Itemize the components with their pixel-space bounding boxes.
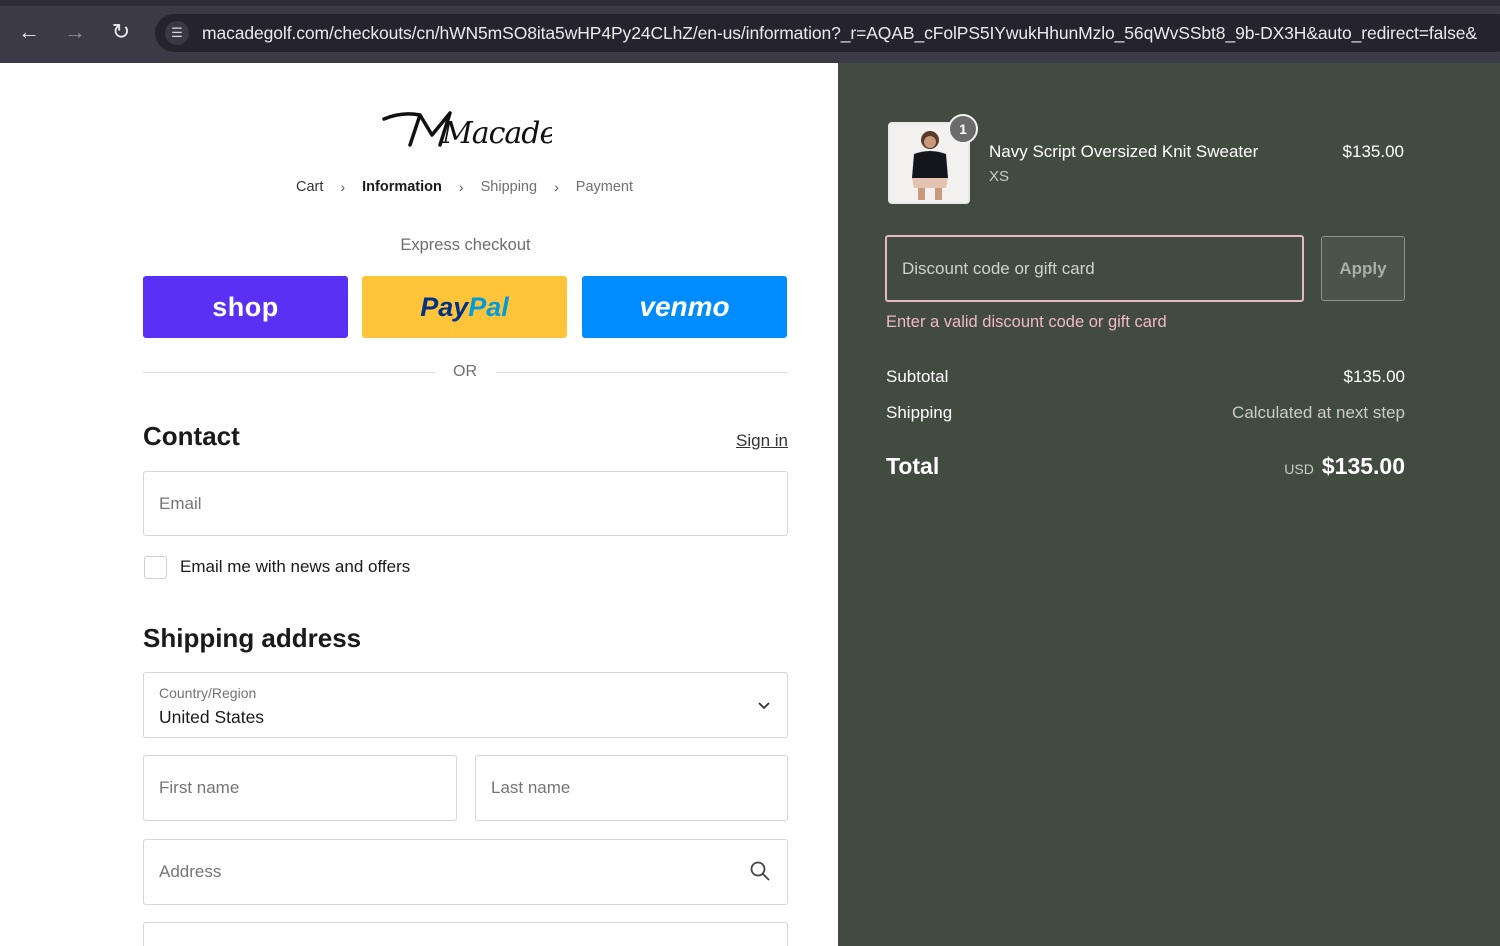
- total-row: Total USD $135.00: [886, 453, 1405, 480]
- order-summary: 1 Navy Script Oversized Knit Sweater XS …: [838, 63, 1500, 946]
- quantity-badge: 1: [948, 114, 978, 144]
- chevron-right-icon: ›: [340, 179, 346, 196]
- product-price: $135.00: [1342, 142, 1404, 161]
- country-select[interactable]: Country/Region United States: [143, 672, 788, 738]
- chevron-right-icon: ›: [554, 179, 559, 196]
- last-name-field[interactable]: Last name: [475, 755, 788, 821]
- subtotal-value: $135.00: [1343, 367, 1405, 386]
- subtotal-row: Subtotal $135.00: [886, 367, 1405, 387]
- svg-text:Macade: Macade: [441, 116, 552, 151]
- paypal-label-pay: Pay: [420, 291, 469, 322]
- newsletter-label[interactable]: Email me with news and offers: [180, 557, 410, 577]
- discount-placeholder: Discount code or gift card: [902, 258, 1095, 278]
- macade-logo-icon: Macade: [382, 111, 557, 151]
- search-icon[interactable]: [749, 860, 771, 882]
- venmo-label: venmo: [639, 291, 730, 322]
- breadcrumb-shipping: Shipping: [480, 179, 538, 196]
- tab-strip: [0, 0, 1500, 6]
- address-placeholder: Address: [159, 862, 222, 881]
- total-value: $135.00: [1321, 453, 1405, 479]
- chevron-right-icon: ›: [458, 179, 464, 196]
- checkout-main: Macade Cart › Information › Shipping › P…: [0, 63, 838, 946]
- reload-icon[interactable]: ↻: [107, 18, 135, 46]
- apply-label: Apply: [1339, 258, 1387, 278]
- shipping-address-heading: Shipping address: [143, 623, 362, 653]
- browser-toolbar: ← → ↻ ☰ macadegolf.com/checkouts/cn/hWN5…: [0, 0, 1500, 63]
- total-label: Total: [886, 453, 940, 479]
- shop-pay-label: shop: [212, 291, 279, 322]
- back-icon[interactable]: ←: [15, 18, 43, 46]
- discount-error-message: Enter a valid discount code or gift card: [886, 313, 1167, 331]
- last-name-placeholder: Last name: [491, 778, 571, 797]
- contact-heading: Contact: [143, 421, 240, 451]
- divider-right: [496, 372, 788, 373]
- subtotal-label: Subtotal: [886, 367, 949, 386]
- shipping-label: Shipping: [886, 403, 953, 422]
- express-checkout-title: Express checkout: [400, 236, 531, 254]
- country-value: United States: [159, 707, 265, 727]
- paypal-label-pal: Pal: [468, 291, 509, 322]
- apply-discount-button[interactable]: Apply: [1321, 236, 1405, 301]
- breadcrumb-payment: Payment: [575, 179, 634, 196]
- address-field[interactable]: Address: [143, 839, 788, 905]
- email-field[interactable]: Email: [143, 471, 788, 536]
- product-name: Navy Script Oversized Knit Sweater: [989, 142, 1259, 161]
- first-name-placeholder: First name: [159, 778, 240, 797]
- venmo-button[interactable]: venmo: [582, 276, 787, 338]
- or-divider-label: OR: [453, 363, 477, 380]
- shop-pay-button[interactable]: shop: [143, 276, 348, 338]
- forward-icon[interactable]: →: [61, 18, 89, 46]
- shipping-value: Calculated at next step: [1232, 403, 1405, 422]
- discount-code-field[interactable]: Discount code or gift card: [885, 235, 1304, 302]
- paypal-button[interactable]: Pay Pal: [362, 276, 567, 338]
- shipping-row: Shipping Calculated at next step: [886, 403, 1405, 423]
- product-variant: XS: [989, 168, 1010, 185]
- first-name-field[interactable]: First name: [143, 755, 457, 821]
- address-bar[interactable]: ☰ macadegolf.com/checkouts/cn/hWN5mSO8it…: [155, 14, 1500, 52]
- total-currency: USD: [1284, 461, 1314, 477]
- breadcrumb-cart[interactable]: Cart: [296, 179, 323, 195]
- newsletter-checkbox[interactable]: [144, 556, 167, 579]
- url-text[interactable]: macadegolf.com/checkouts/cn/hWN5mSO8ita5…: [202, 23, 1477, 44]
- country-label: Country/Region: [159, 685, 257, 701]
- brand-logo[interactable]: Macade: [380, 105, 557, 161]
- apartment-field[interactable]: [143, 922, 788, 946]
- sign-in-link[interactable]: Sign in: [736, 431, 788, 451]
- breadcrumb-information: Information: [362, 179, 442, 196]
- divider-left: [143, 372, 435, 373]
- email-placeholder: Email: [159, 493, 202, 513]
- site-info-icon[interactable]: ☰: [165, 21, 189, 45]
- breadcrumb: Cart › Information › Shipping › Payment: [296, 179, 633, 195]
- chevron-down-icon: [757, 695, 771, 716]
